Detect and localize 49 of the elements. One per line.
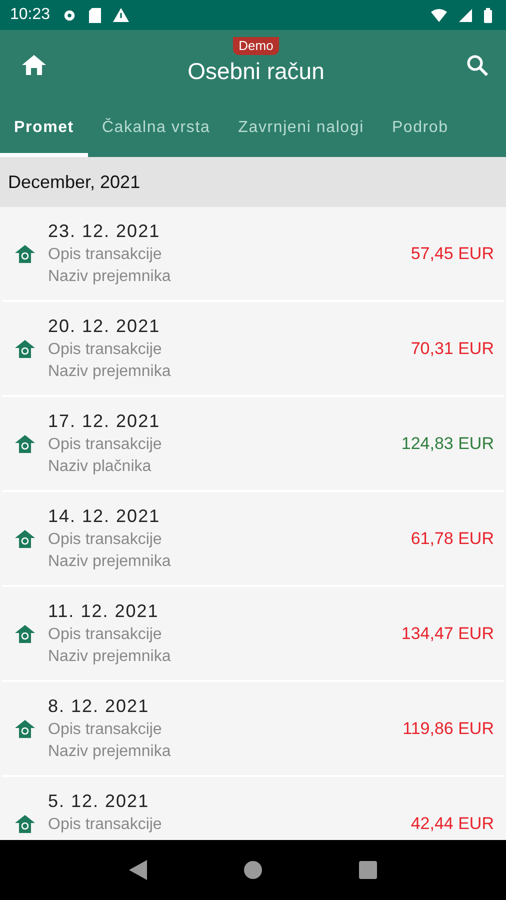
transaction-date: 5. 12. 2021 bbox=[48, 791, 150, 812]
transaction-description: Opis transakcije bbox=[48, 246, 163, 264]
transaction-party: Naziv plačnika bbox=[48, 458, 152, 476]
transaction-date: 17. 12. 2021 bbox=[48, 411, 162, 432]
money-house-icon bbox=[14, 718, 36, 738]
transaction-party: Naziv prejemnika bbox=[48, 648, 172, 666]
month-heading: December, 2021 bbox=[8, 172, 140, 192]
transaction-description: Opis transakcije bbox=[48, 626, 163, 644]
money-house-icon bbox=[14, 624, 36, 644]
money-house-icon bbox=[14, 814, 36, 834]
demo-badge: Demo bbox=[232, 37, 280, 55]
money-house-icon bbox=[14, 434, 36, 454]
transaction-amount: 42,44 EUR bbox=[410, 814, 494, 834]
back-icon[interactable] bbox=[128, 860, 147, 880]
sd-card-icon bbox=[89, 8, 102, 22]
transaction-amount: 134,47 EUR bbox=[401, 624, 494, 644]
transaction-amount: 57,45 EUR bbox=[410, 244, 494, 264]
battery-icon bbox=[484, 8, 492, 22]
wifi-icon bbox=[431, 8, 447, 22]
status-time: 10:23 bbox=[10, 6, 50, 24]
money-house-icon bbox=[14, 528, 36, 548]
transaction-amount: 124,83 EUR bbox=[401, 434, 494, 454]
money-house-icon bbox=[14, 244, 36, 264]
screen-title: Osebni račun bbox=[188, 58, 324, 85]
signal-icon bbox=[459, 8, 472, 22]
gear-icon bbox=[62, 8, 78, 22]
transaction-description: Opis transakcije bbox=[48, 816, 163, 834]
transaction-date: 20. 12. 2021 bbox=[48, 316, 162, 337]
transaction-amount: 70,31 EUR bbox=[410, 338, 494, 358]
search-icon[interactable] bbox=[466, 54, 488, 76]
transaction-party: Naziv prejemnika bbox=[48, 363, 172, 381]
warning-icon bbox=[113, 8, 130, 22]
transaction-description: Opis transakcije bbox=[48, 436, 163, 454]
transaction-description: Opis transakcije bbox=[48, 721, 163, 739]
home-icon[interactable] bbox=[22, 54, 46, 76]
transaction-amount: 61,78 EUR bbox=[410, 528, 494, 548]
transaction-description: Opis transakcije bbox=[48, 341, 163, 359]
money-house-icon bbox=[14, 338, 36, 358]
home-circle-icon[interactable] bbox=[244, 861, 262, 879]
transaction-date: 14. 12. 2021 bbox=[48, 506, 162, 527]
transaction-date: 23. 12. 2021 bbox=[48, 221, 162, 242]
transaction-date: 11. 12. 2021 bbox=[48, 601, 160, 622]
transaction-amount: 119,86 EUR bbox=[402, 718, 494, 738]
transaction-party: Naziv prejemnika bbox=[48, 268, 172, 286]
recents-icon[interactable] bbox=[359, 861, 378, 879]
transaction-date: 8. 12. 2021 bbox=[48, 696, 150, 717]
transaction-description: Opis transakcije bbox=[48, 531, 163, 549]
transaction-party: Naziv prejemnika bbox=[48, 553, 172, 571]
transaction-party: Naziv prejemnika bbox=[48, 743, 172, 761]
